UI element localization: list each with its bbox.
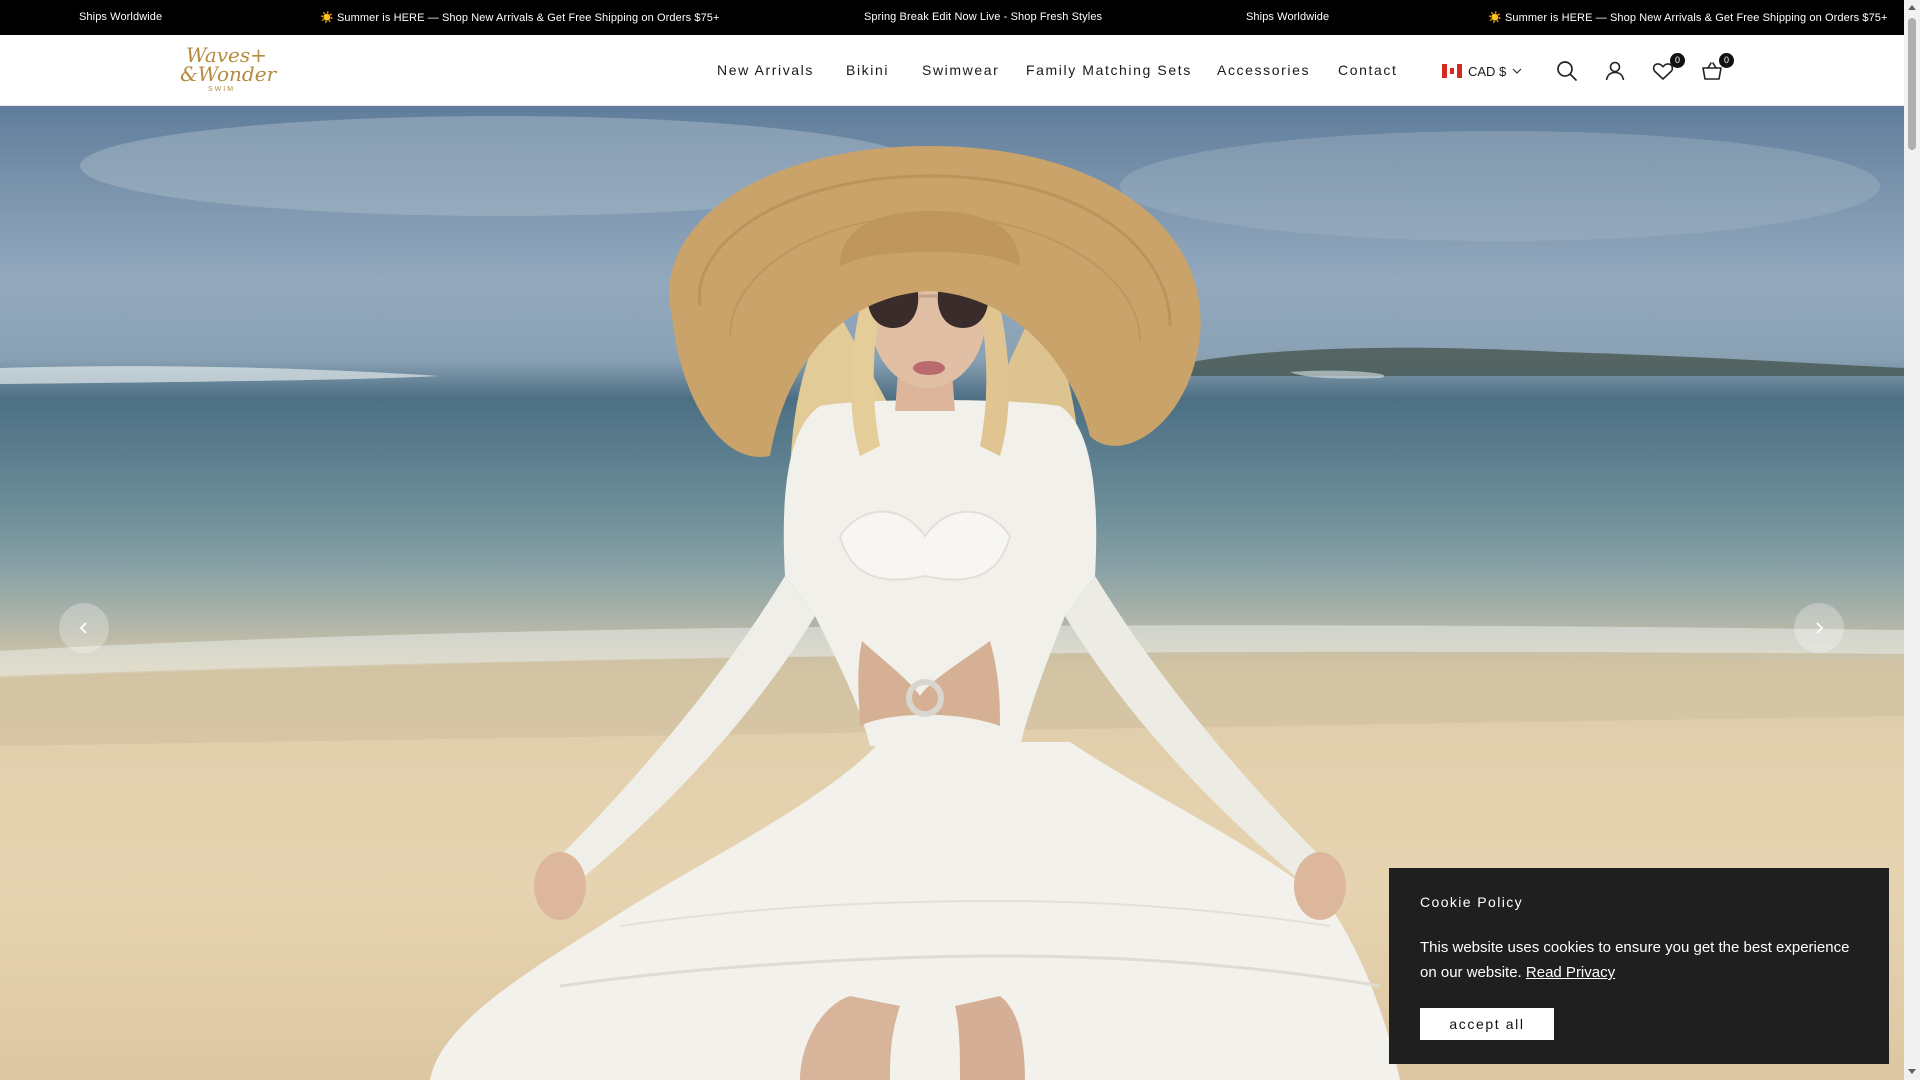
chevron-right-icon <box>1816 622 1824 634</box>
site-header: Waves+ &Wonder SWIM New Arrivals Bikini … <box>0 35 1904 106</box>
nav-new-arrivals[interactable]: New Arrivals <box>717 62 814 78</box>
nav-swimwear[interactable]: Swimwear <box>922 62 999 78</box>
read-privacy-link[interactable]: Read Privacy <box>1526 964 1615 981</box>
announcement-message: ☀️ Summer is HERE — Shop New Arrivals & … <box>320 12 720 24</box>
canada-flag-icon <box>1442 64 1462 78</box>
cookie-popup: Cookie Policy This website uses cookies … <box>1389 868 1889 1064</box>
cookie-body-text: This website uses cookies to ensure you … <box>1420 939 1850 981</box>
search-button[interactable] <box>1555 59 1579 83</box>
page-scrollbar[interactable] <box>1904 0 1920 1080</box>
scroll-up-arrow-icon[interactable] <box>1908 5 1916 10</box>
nav-accessories[interactable]: Accessories <box>1217 62 1310 78</box>
wishlist-count-badge: 0 <box>1670 53 1685 68</box>
announcement-message: Ships Worldwide <box>1246 11 1330 23</box>
announcement-message: Spring Break Edit Now Live - Shop Fresh … <box>864 11 1103 23</box>
cart-count-badge: 0 <box>1719 53 1734 68</box>
announcement-message: ☀️ Summer is HERE — Shop New Arrivals & … <box>1488 12 1888 24</box>
logo-line-2: &Wonder <box>180 62 277 86</box>
search-icon <box>1557 61 1577 81</box>
account-icon <box>1605 61 1625 81</box>
chevron-down-icon <box>1512 68 1522 74</box>
carousel-prev-button[interactable] <box>59 603 109 653</box>
cookie-body: This website uses cookies to ensure you … <box>1420 935 1860 985</box>
currency-selector[interactable]: CAD $ <box>1442 61 1522 81</box>
logo-line-3: SWIM <box>208 86 236 93</box>
account-button[interactable] <box>1603 59 1627 83</box>
scrollbar-thumb[interactable] <box>1908 18 1916 150</box>
cookie-title: Cookie Policy <box>1420 894 1524 910</box>
wishlist-button[interactable]: 0 <box>1651 53 1685 83</box>
chevron-left-icon <box>79 622 87 634</box>
cart-button[interactable]: 0 <box>1700 53 1734 83</box>
currency-label: CAD $ <box>1468 63 1507 79</box>
logo[interactable]: Waves+ &Wonder SWIM <box>180 44 276 98</box>
scroll-down-arrow-icon[interactable] <box>1908 1069 1916 1074</box>
carousel-next-button[interactable] <box>1794 603 1844 653</box>
accept-all-button[interactable]: accept all <box>1420 1008 1554 1040</box>
nav-contact[interactable]: Contact <box>1338 62 1397 78</box>
nav-bikini[interactable]: Bikini <box>846 62 889 78</box>
announcement-message: Ships Worldwide <box>79 11 163 23</box>
nav-family-matching-sets[interactable]: Family Matching Sets <box>1026 62 1192 78</box>
announcement-bar: Ships Worldwide ☀️ Summer is HERE — Shop… <box>0 0 1904 35</box>
